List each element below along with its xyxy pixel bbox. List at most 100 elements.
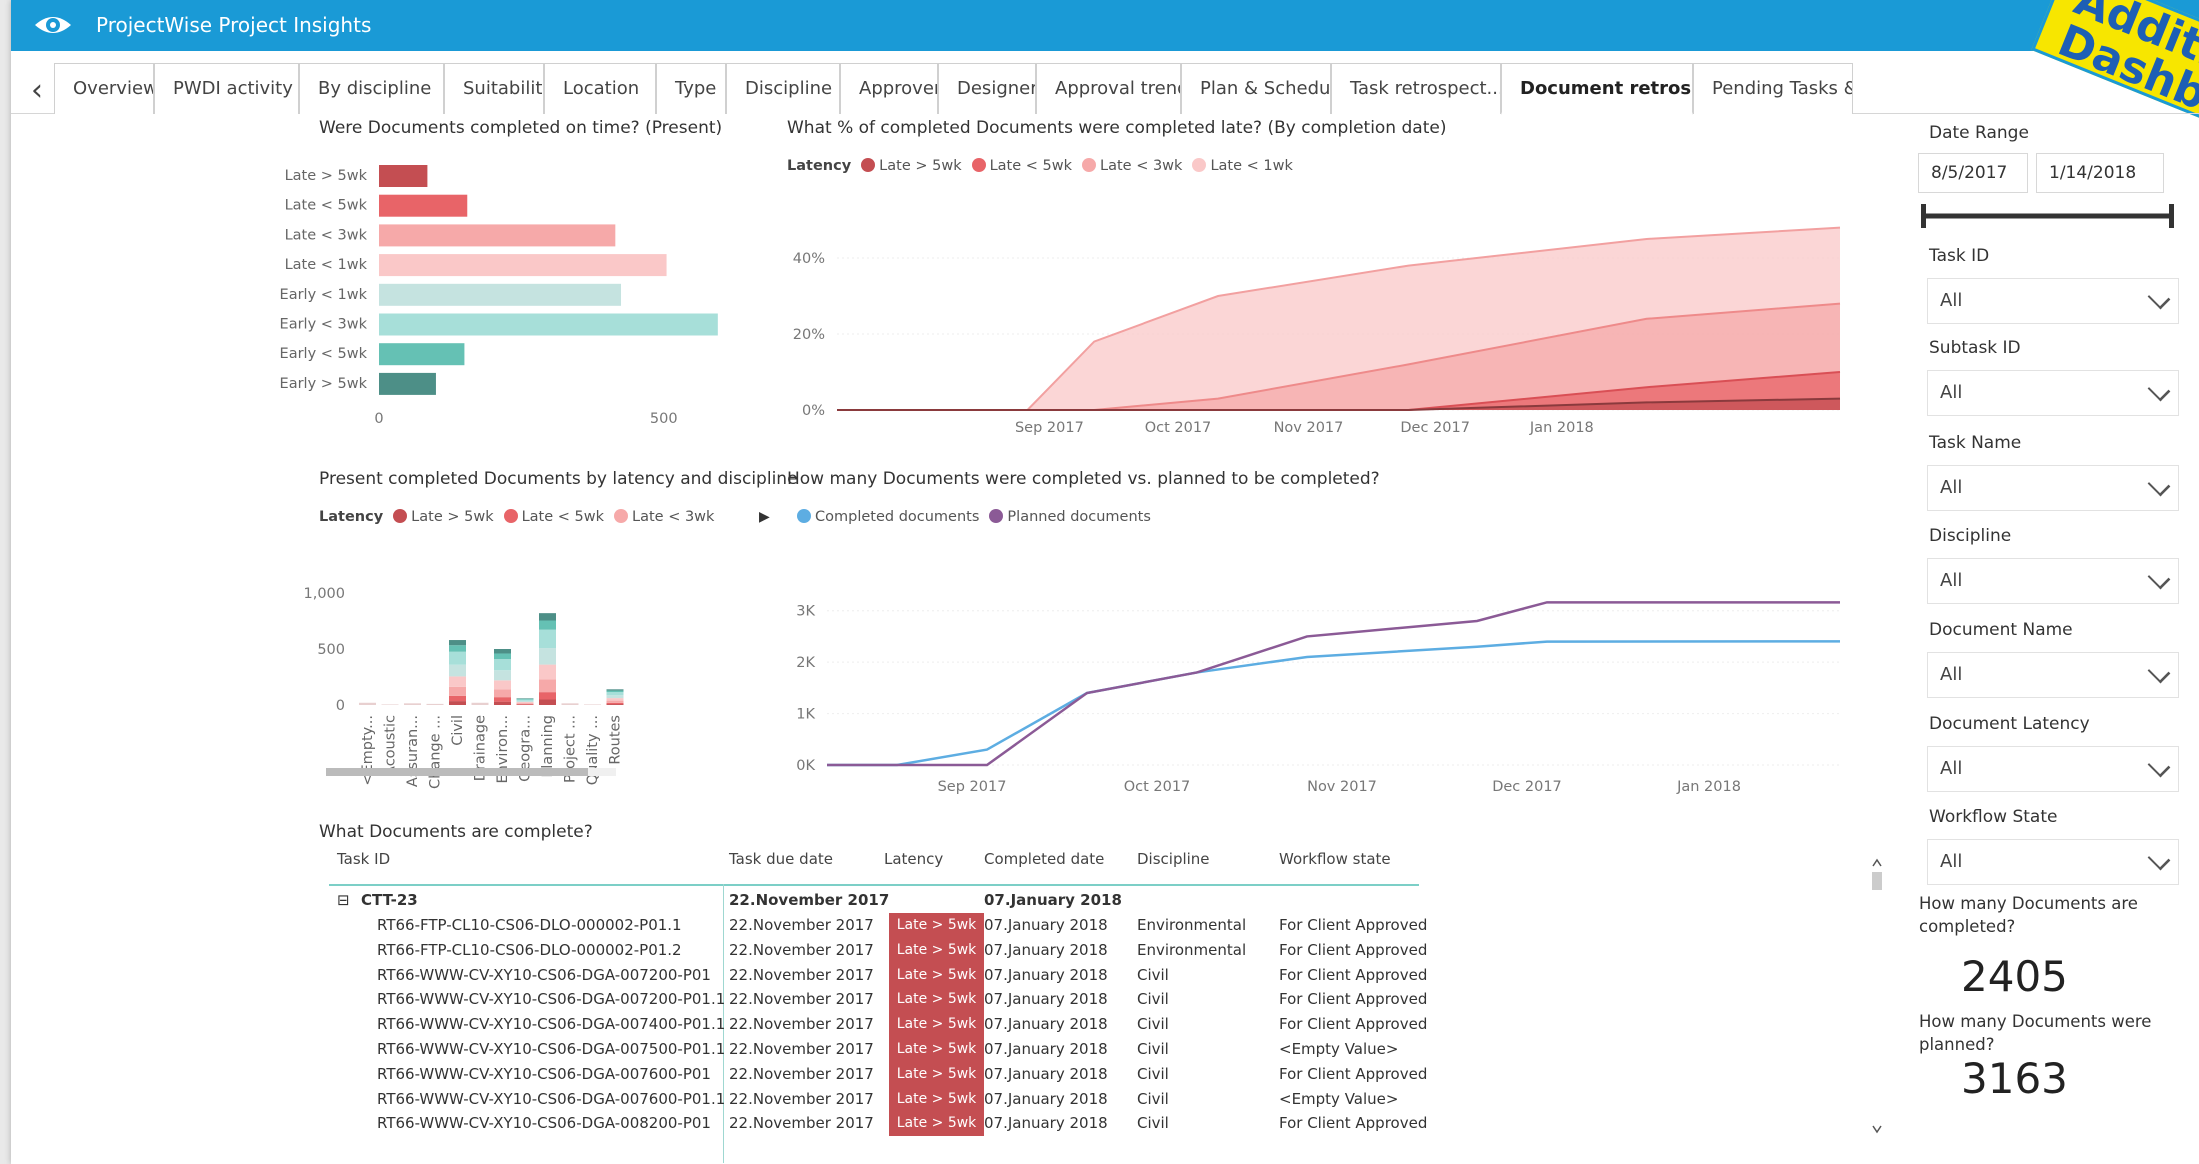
table-header-5[interactable]: Workflow state (1279, 850, 1391, 868)
disc-column-segment[interactable] (606, 690, 624, 693)
disc-column-segment[interactable] (606, 704, 624, 705)
table-header-0[interactable]: Task ID (337, 850, 390, 868)
table-row[interactable]: RT66-WWW-CV-XY10-CS06-DGA-007600-P01.1 22… (329, 1086, 1419, 1112)
disc-column-segment[interactable] (494, 653, 511, 660)
disc-column-segment[interactable] (494, 680, 511, 690)
disc-column-segment[interactable] (606, 695, 624, 699)
ontime-bar[interactable] (379, 283, 622, 306)
tab-5[interactable]: Type (656, 63, 726, 114)
chevron-left-icon[interactable]: ‹ (23, 73, 51, 108)
tab-8[interactable]: Designer (938, 63, 1036, 114)
tab-7[interactable]: Approver (840, 63, 938, 114)
table-row[interactable]: RT66-FTP-CL10-CS06-DLO-000002-P01.1 22.No… (329, 913, 1427, 938)
line-series-0[interactable] (827, 640, 1841, 767)
tab-10[interactable]: Plan & Schedule... (1181, 63, 1331, 114)
table-scrollbar[interactable] (1870, 850, 1884, 1140)
date-range-slider[interactable] (1921, 204, 2176, 228)
disc-column[interactable] (561, 703, 579, 705)
ontime-bar[interactable] (379, 165, 428, 187)
disc-column-segment[interactable] (449, 651, 466, 665)
disc-column-segment[interactable] (449, 645, 466, 652)
disc-column-segment[interactable] (606, 689, 624, 691)
table-row[interactable]: RT66-WWW-CV-XY10-CS06-DGA-007500-P01.1 22… (329, 1037, 1419, 1062)
disc-column-segment[interactable] (539, 664, 556, 680)
disc-column-segment[interactable] (606, 698, 624, 701)
tab-0[interactable]: Overview (54, 63, 154, 114)
date-end-input[interactable]: 1/14/2018 (2036, 153, 2164, 193)
disc-column-segment[interactable] (516, 704, 534, 705)
disc-column-segment[interactable] (516, 703, 534, 705)
line-series-1[interactable] (827, 601, 1840, 767)
disc-column[interactable] (426, 703, 444, 705)
slicer-dropdown-1[interactable]: All (1927, 370, 2179, 416)
ontime-bar[interactable] (379, 372, 436, 395)
tab-4[interactable]: Location (544, 63, 656, 114)
table-row[interactable]: RT66-WWW-CV-XY10-CS06-DGA-007200-P01 22.N… (329, 962, 1427, 988)
disc-column-segment[interactable] (539, 629, 556, 649)
disc-column-segment[interactable] (516, 700, 534, 703)
table-header-2[interactable]: Latency (884, 850, 943, 868)
slicer-dropdown-6[interactable]: All (1927, 839, 2179, 885)
legend-disc-item-2[interactable]: Late < 3wk (632, 509, 714, 525)
table-header-4[interactable]: Discipline (1137, 850, 1210, 868)
legend-late-item-2[interactable]: Late < 3wk (1100, 158, 1182, 174)
tab-6[interactable]: Discipline (726, 63, 840, 114)
slicer-dropdown-5[interactable]: All (1927, 746, 2179, 792)
disc-column-segment[interactable] (539, 648, 556, 665)
disc-column-segment[interactable] (539, 692, 556, 700)
date-start-input[interactable]: 8/5/2017 (1918, 153, 2028, 193)
disc-column-segment[interactable] (516, 699, 534, 701)
disc-column-segment[interactable] (449, 686, 466, 696)
legend-planned-item-0[interactable]: Completed documents (815, 509, 979, 525)
disc-column-segment[interactable] (494, 670, 511, 681)
table-header-1[interactable]: Task due date (729, 850, 833, 868)
tab-11[interactable]: Task retrospect... (1331, 63, 1501, 114)
planned-line-chart[interactable]: 0K 1K 2K 3K Sep 2017 Oct 2017 Nov 2017 Dec 2017… (787, 550, 1877, 820)
disc-column-segment[interactable] (494, 689, 511, 698)
ontime-bar[interactable] (379, 254, 667, 277)
tab-9[interactable]: Approval trend (1036, 63, 1181, 114)
legend-late-item-3[interactable]: Late < 1wk (1210, 158, 1292, 174)
legend-late-item-0[interactable]: Late > 5wk (879, 158, 961, 174)
table-row[interactable]: RT66-FTP-CL10-CS06-DLO-000002-P01.2 22.No… (329, 937, 1427, 963)
disc-column-segment[interactable] (606, 700, 624, 703)
ontime-bar[interactable] (379, 313, 718, 336)
legend-disc-item-1[interactable]: Late < 5wk (522, 509, 604, 525)
table-header-3[interactable]: Completed date (984, 850, 1104, 868)
disc-column-segment[interactable] (449, 640, 466, 646)
table-row[interactable]: RT66-WWW-CV-XY10-CS06-DGA-007600-P01 22.N… (329, 1061, 1427, 1087)
disc-column[interactable] (381, 704, 399, 705)
disc-column-segment[interactable] (606, 692, 624, 696)
disc-column-segment[interactable] (516, 702, 534, 704)
disc-column-segment[interactable] (449, 701, 466, 705)
disc-column-segment[interactable] (539, 699, 556, 705)
tab-3[interactable]: Suitability (444, 63, 544, 114)
disc-scroll-thumb[interactable] (326, 768, 588, 776)
disc-column[interactable] (404, 703, 421, 705)
disc-column-segment[interactable] (494, 697, 511, 702)
legend-disc-item-0[interactable]: Late > 5wk (411, 509, 493, 525)
ontime-bar[interactable] (379, 343, 465, 366)
collapse-minus-icon[interactable]: ⊟ (337, 891, 350, 909)
disc-column-segment[interactable] (539, 613, 556, 621)
disc-column-segment[interactable] (449, 676, 466, 687)
disc-column-segment[interactable] (606, 702, 624, 705)
slicer-dropdown-3[interactable]: All (1927, 558, 2179, 604)
legend-late-item-1[interactable]: Late < 5wk (990, 158, 1072, 174)
late-pct-area-chart[interactable]: 0% 20% 40% Sep 2017 Oct 2017 Nov 2017 Dec 2017… (787, 190, 1877, 460)
ontime-bar[interactable] (379, 194, 468, 217)
slicer-dropdown-2[interactable]: All (1927, 465, 2179, 511)
disc-column-segment[interactable] (449, 664, 466, 677)
disc-column-segment[interactable] (494, 659, 511, 671)
tab-2[interactable]: By discipline (299, 63, 444, 114)
tab-13[interactable]: Pending Tasks &... (1693, 63, 1853, 114)
disc-column[interactable] (359, 702, 376, 705)
tab-12[interactable]: Document retros... (1501, 63, 1693, 115)
table-row[interactable]: RT66-WWW-CV-XY10-CS06-DGA-007400-P01.1 22… (329, 1012, 1427, 1038)
disc-column-segment[interactable] (516, 698, 534, 700)
legend-next-arrow-icon[interactable]: ▶ (759, 509, 770, 525)
disc-column-segment[interactable] (539, 620, 556, 630)
ontime-bar-chart[interactable]: Late > 5wk Late < 5wk Late < 3wk Late < 1wk… (280, 160, 781, 460)
disc-column-segment[interactable] (516, 698, 534, 699)
disc-column[interactable] (471, 702, 489, 705)
